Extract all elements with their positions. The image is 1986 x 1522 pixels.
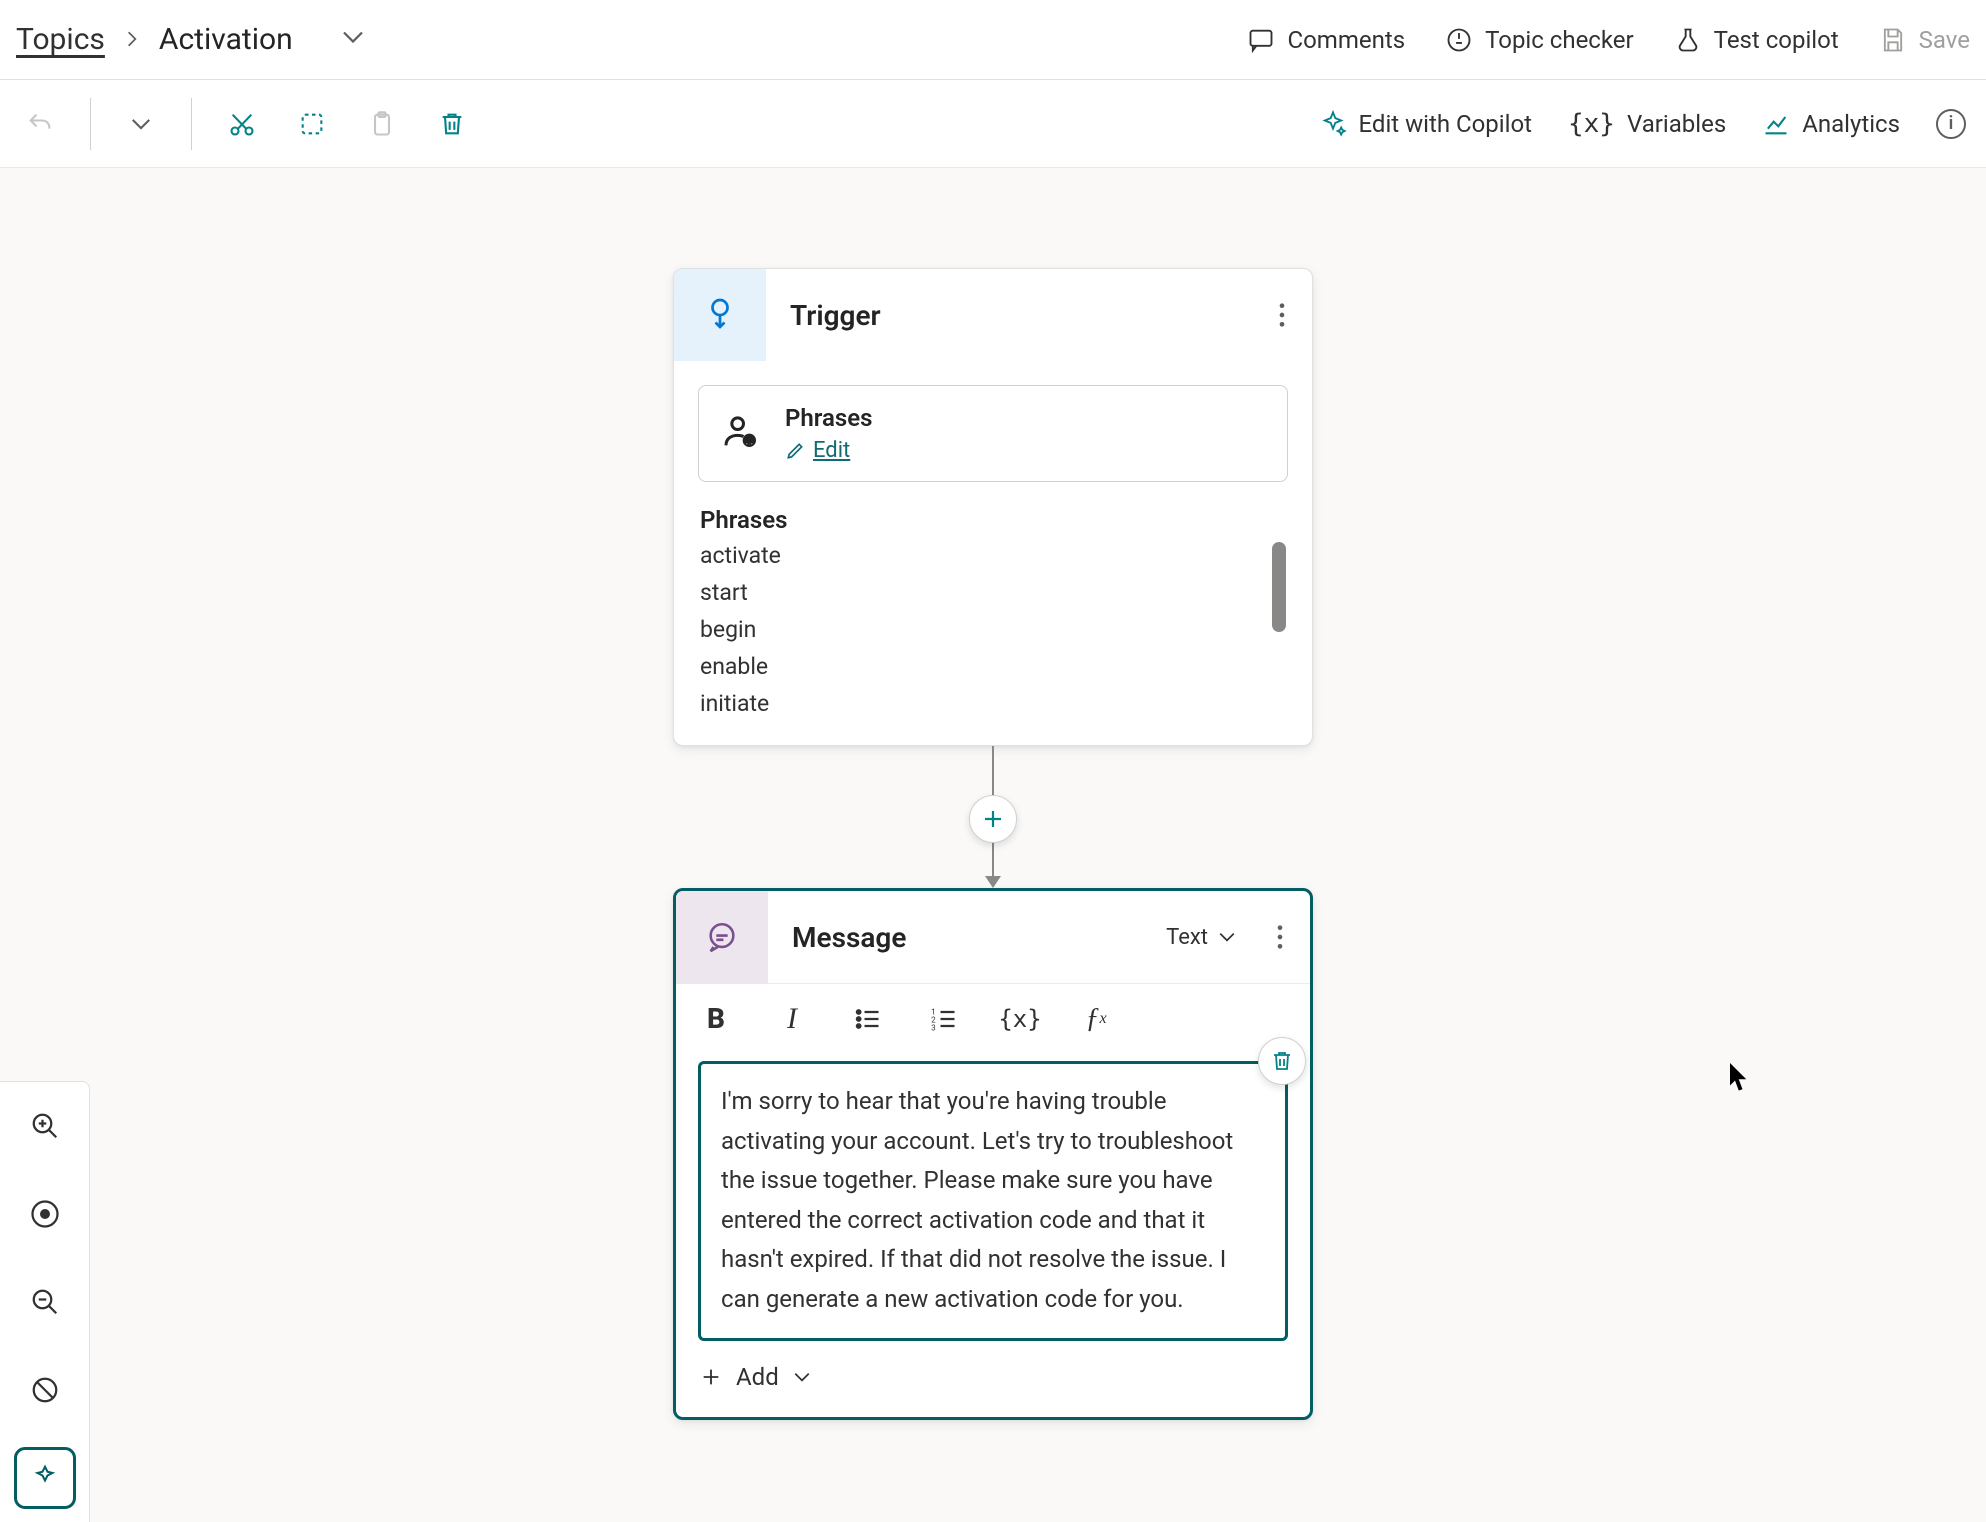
toolbar-divider [191, 98, 192, 150]
comments-label: Comments [1287, 26, 1405, 54]
test-copilot-label: Test copilot [1714, 26, 1839, 54]
phrases-people-icon: … [721, 412, 761, 456]
bold-button[interactable]: B [698, 1001, 734, 1037]
message-icon [676, 891, 768, 983]
phrase-item: enable [700, 653, 1286, 680]
topic-checker-label: Topic checker [1485, 26, 1634, 54]
message-text-input[interactable]: I'm sorry to hear that you're having tro… [698, 1061, 1288, 1341]
formula-button[interactable]: ƒx [1078, 1001, 1114, 1037]
trigger-title: Trigger [766, 299, 1252, 332]
phrases-edit-link[interactable]: Edit [785, 438, 873, 463]
insert-variable-button[interactable]: {x} [1002, 1001, 1038, 1037]
add-node-button[interactable] [969, 795, 1017, 843]
connector-arrow [985, 842, 1001, 888]
breadcrumb-current: Activation [159, 22, 293, 57]
phrases-card-title: Phrases [785, 404, 873, 432]
phrase-item: initiate [700, 690, 1286, 717]
phrase-item: begin [700, 616, 1286, 643]
message-type-dropdown[interactable]: Text [1166, 925, 1250, 950]
save-button: Save [1879, 26, 1970, 54]
undo-history-dropdown[interactable] [121, 104, 161, 144]
test-copilot-button[interactable]: Test copilot [1674, 26, 1839, 54]
variables-label: Variables [1627, 110, 1726, 138]
phrases-scrollbar[interactable] [1270, 542, 1288, 717]
variables-icon: {x} [1568, 109, 1615, 139]
message-add-label: Add [736, 1363, 779, 1391]
message-format-toolbar: B I 123 {x} ƒx [676, 983, 1310, 1053]
svg-text:…: … [746, 436, 753, 447]
analytics-button[interactable]: Analytics [1762, 110, 1900, 138]
bullet-list-button[interactable] [850, 1001, 886, 1037]
connector-line [992, 746, 994, 796]
message-node[interactable]: Message Text B I 123 {x} ƒx [673, 888, 1313, 1420]
editor-toolbar: Edit with Copilot {x} Variables Analytic… [0, 80, 1986, 168]
title-bar: Topics Activation Comments Topic checker… [0, 0, 1986, 80]
copy-button[interactable] [292, 104, 332, 144]
flow: Trigger … Phrases Edit [673, 268, 1313, 1420]
minimap-button[interactable] [23, 1456, 67, 1500]
delete-button[interactable] [432, 104, 472, 144]
mouse-cursor-icon [1730, 1063, 1750, 1091]
phrases-list: activate start begin enable initiate [698, 542, 1288, 717]
toolbar-divider [90, 98, 91, 150]
phrases-edit-label: Edit [813, 438, 850, 463]
fit-to-screen-button[interactable] [23, 1192, 67, 1236]
reset-view-button[interactable] [23, 1368, 67, 1412]
analytics-label: Analytics [1802, 110, 1900, 138]
message-title: Message [768, 921, 1166, 954]
phrases-card: … Phrases Edit [698, 385, 1288, 482]
breadcrumb-root-link[interactable]: Topics [16, 22, 105, 57]
undo-button [20, 104, 60, 144]
edit-with-copilot-button[interactable]: Edit with Copilot [1319, 110, 1532, 138]
cut-button[interactable] [222, 104, 262, 144]
zoom-in-button[interactable] [23, 1104, 67, 1148]
topic-checker-button[interactable]: Topic checker [1445, 26, 1634, 54]
trigger-more-button[interactable] [1252, 301, 1312, 329]
message-type-label: Text [1166, 925, 1208, 950]
trigger-icon [674, 269, 766, 361]
breadcrumb: Topics Activation [16, 22, 365, 57]
canvas[interactable]: Trigger … Phrases Edit [0, 168, 1986, 1522]
message-add-button[interactable]: Add [676, 1341, 1310, 1417]
topic-dropdown-chevron[interactable] [341, 22, 365, 57]
phrases-list-header: Phrases [698, 482, 1288, 542]
paste-button [362, 104, 402, 144]
variables-button[interactable]: {x} Variables [1568, 109, 1726, 139]
zoom-out-button[interactable] [23, 1280, 67, 1324]
chevron-right-icon [123, 26, 141, 54]
svg-text:3: 3 [931, 1022, 936, 1032]
delete-message-button[interactable] [1258, 1037, 1306, 1085]
info-button[interactable]: i [1936, 109, 1966, 139]
phrase-item: start [700, 579, 1286, 606]
edit-with-copilot-label: Edit with Copilot [1359, 110, 1532, 138]
message-more-button[interactable] [1250, 923, 1310, 951]
comments-button[interactable]: Comments [1247, 26, 1405, 54]
save-label: Save [1919, 26, 1970, 54]
italic-button[interactable]: I [774, 1001, 810, 1037]
trigger-node[interactable]: Trigger … Phrases Edit [673, 268, 1313, 746]
zoom-controls [0, 1081, 90, 1522]
phrase-item: activate [700, 542, 1286, 569]
title-actions: Comments Topic checker Test copilot Save [1247, 26, 1970, 54]
numbered-list-button[interactable]: 123 [926, 1001, 962, 1037]
